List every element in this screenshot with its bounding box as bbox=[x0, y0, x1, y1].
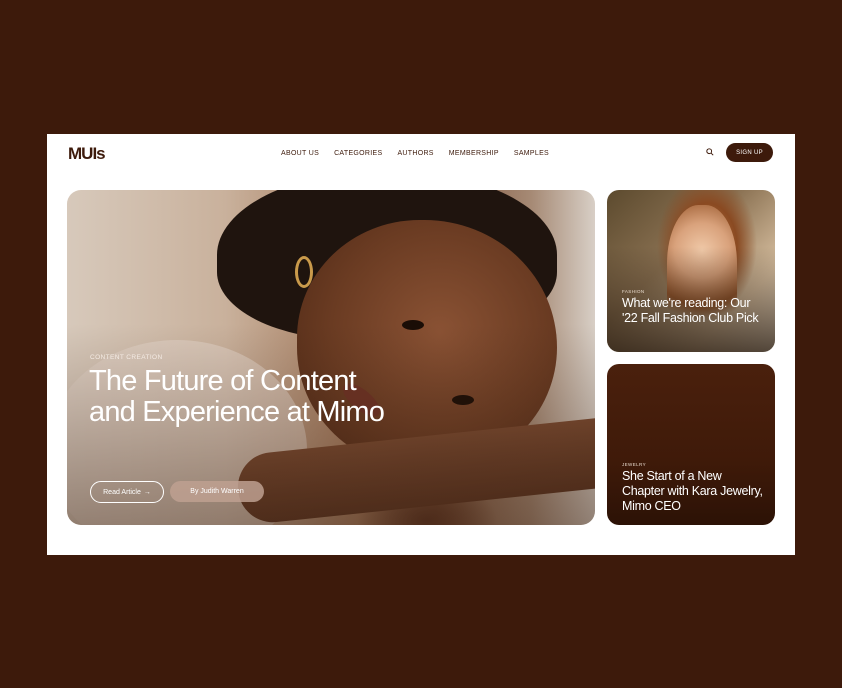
main-nav: ABOUT US CATEGORIES AUTHORS MEMBERSHIP S… bbox=[281, 149, 564, 158]
card-title: What we're reading: Our '22 Fall Fashion… bbox=[622, 296, 759, 325]
card-category: JEWELRY bbox=[622, 462, 646, 467]
card-title: She Start of a New Chapter with Kara Jew… bbox=[622, 469, 763, 513]
card-category: FASHION bbox=[622, 289, 645, 294]
arrow-right-icon: → bbox=[143, 488, 151, 496]
nav-about-us[interactable]: ABOUT US bbox=[281, 149, 319, 158]
hero-category: CONTENT CREATION bbox=[90, 354, 163, 361]
logo[interactable]: MUIs bbox=[68, 144, 106, 164]
nav-samples[interactable]: SAMPLES bbox=[514, 149, 549, 158]
read-article-button[interactable]: Read Article → bbox=[90, 481, 164, 503]
search-icon bbox=[706, 148, 714, 156]
read-article-label: Read Article bbox=[103, 488, 141, 496]
sign-up-button[interactable]: SIGN UP bbox=[726, 143, 773, 162]
article-card-jewelry[interactable]: JEWELRY She Start of a New Chapter with … bbox=[607, 364, 775, 525]
nav-membership[interactable]: MEMBERSHIP bbox=[449, 149, 499, 158]
article-card-fashion[interactable]: FASHION What we're reading: Our '22 Fall… bbox=[607, 190, 775, 352]
author-chip[interactable]: By Judith Warren bbox=[170, 481, 264, 502]
hero-card[interactable]: CONTENT CREATION The Future of Content a… bbox=[67, 190, 595, 525]
hero-title: The Future of Content and Experience at … bbox=[89, 365, 385, 428]
nav-categories[interactable]: CATEGORIES bbox=[334, 149, 382, 158]
nav-authors[interactable]: AUTHORS bbox=[397, 149, 433, 158]
search-button[interactable] bbox=[703, 145, 717, 159]
page-frame: MUIs ABOUT US CATEGORIES AUTHORS MEMBERS… bbox=[47, 134, 795, 555]
